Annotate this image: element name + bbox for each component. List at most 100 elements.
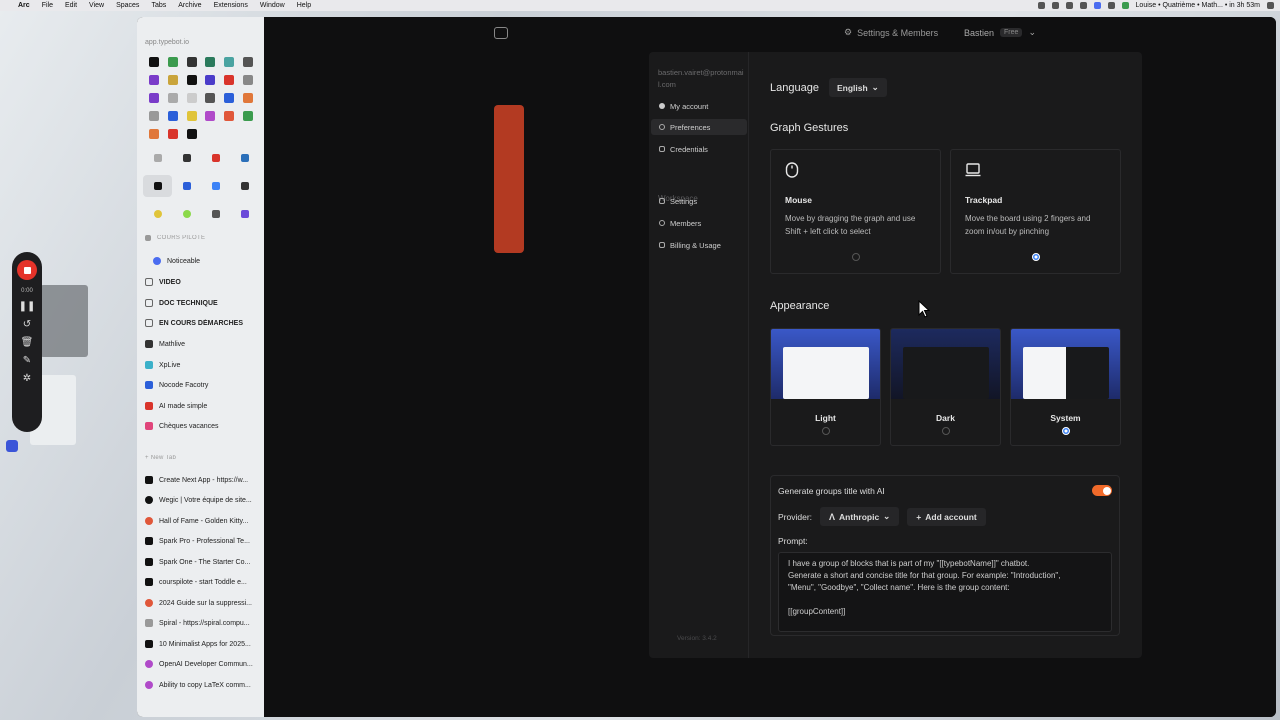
dock-app-icon[interactable] xyxy=(6,440,18,452)
menu-view[interactable]: View xyxy=(89,2,104,9)
tab-item[interactable]: courspilote - start Toddle e... xyxy=(145,578,257,586)
menu-archive[interactable]: Archive xyxy=(178,2,201,9)
favorite-icon[interactable] xyxy=(186,93,197,103)
status-icon[interactable] xyxy=(1065,2,1073,9)
pinned-tab[interactable] xyxy=(172,147,201,169)
pinned-tab[interactable] xyxy=(201,175,230,197)
ai-toggle-switch[interactable] xyxy=(1092,485,1112,496)
favorite-icon[interactable] xyxy=(186,111,197,121)
calendar-icon[interactable] xyxy=(1121,2,1129,9)
tab-item[interactable]: Spiral - https://spiral.compu... xyxy=(145,619,257,627)
typebot-icon[interactable] xyxy=(494,27,508,39)
tab-item[interactable]: Hall of Fame - Golden Kitty... xyxy=(145,517,257,525)
favorite-icon[interactable] xyxy=(167,111,178,121)
menu-help[interactable]: Help xyxy=(297,2,311,9)
status-icon[interactable] xyxy=(1051,2,1059,9)
nav-members[interactable]: Members xyxy=(651,215,747,231)
status-icon[interactable] xyxy=(1079,2,1087,9)
favorite-icon[interactable] xyxy=(149,129,160,139)
pinned-tab[interactable] xyxy=(230,175,259,197)
magic-icon[interactable]: ✲ xyxy=(23,374,31,384)
favorite-icon[interactable] xyxy=(205,111,216,121)
favorite-icon[interactable] xyxy=(223,75,234,85)
screen-record-icon[interactable] xyxy=(1093,2,1101,9)
sidebar-item-noticeable[interactable]: Noticeable xyxy=(153,257,265,265)
control-center-icon[interactable] xyxy=(1267,2,1274,9)
sidebar-item-mathlive[interactable]: Mathlive xyxy=(145,340,257,348)
restart-icon[interactable]: ↺ xyxy=(23,320,31,330)
favorite-icon[interactable] xyxy=(149,57,160,67)
pinned-tab[interactable] xyxy=(201,203,230,225)
favorite-icon[interactable] xyxy=(167,75,178,85)
pinned-tab[interactable] xyxy=(172,203,201,225)
section-cours-pilote[interactable]: COURS PILOTE xyxy=(145,235,257,241)
favorite-icon[interactable] xyxy=(205,93,216,103)
tab-item[interactable]: Spark One - The Starter Co... xyxy=(145,558,257,566)
appearance-option-light[interactable]: Light xyxy=(770,328,881,446)
favorite-icon[interactable] xyxy=(242,75,253,85)
appearance-option-system[interactable]: System xyxy=(1010,328,1121,446)
nav-billing[interactable]: Billing & Usage xyxy=(651,237,747,253)
pinned-tab[interactable] xyxy=(143,175,172,197)
appearance-radio-dark[interactable] xyxy=(941,427,950,435)
calendar-next-event[interactable]: Louise • Quatrième • Math... • in 3h 53m xyxy=(1136,2,1260,9)
favorite-icon[interactable] xyxy=(242,111,253,121)
favorite-icon[interactable] xyxy=(205,75,216,85)
favorite-icon[interactable] xyxy=(242,57,253,67)
favorite-icon[interactable] xyxy=(186,57,197,67)
status-icon[interactable] xyxy=(1037,2,1045,9)
nav-credentials[interactable]: Credentials xyxy=(651,141,747,157)
tab-item[interactable]: Ability to copy LaTeX comm... xyxy=(145,681,257,689)
prompt-textarea[interactable]: I have a group of blocks that is part of… xyxy=(778,552,1112,632)
pinned-tab[interactable] xyxy=(143,203,172,225)
favorite-icon[interactable] xyxy=(149,93,160,103)
menu-window[interactable]: Window xyxy=(260,2,285,9)
favorite-icon[interactable] xyxy=(205,57,216,67)
settings-members-button[interactable]: ⚙ Settings & Members xyxy=(844,27,938,38)
favorite-icon[interactable] xyxy=(223,57,234,67)
menu-extensions[interactable]: Extensions xyxy=(214,2,248,9)
add-account-button[interactable]: + Add account xyxy=(907,507,986,526)
menu-spaces[interactable]: Spaces xyxy=(116,2,139,9)
sidebar-item-xplive[interactable]: XpLive xyxy=(145,361,257,369)
language-dropdown[interactable]: English ⌄ xyxy=(828,78,887,97)
new-tab-button[interactable]: + New Tab xyxy=(145,455,257,461)
sidebar-folder-en-cours[interactable]: EN COURS DÉMARCHES xyxy=(145,319,257,327)
favorite-icon[interactable] xyxy=(186,129,197,139)
pinned-tab[interactable] xyxy=(201,147,230,169)
appearance-radio-system[interactable] xyxy=(1061,427,1070,435)
favorite-icon[interactable] xyxy=(149,111,160,121)
sidebar-item-ai-made-simple[interactable]: AI made simple xyxy=(145,402,257,410)
tab-item[interactable]: Wegic | Votre équipe de site... xyxy=(145,496,257,504)
url-bar[interactable]: app.typebot.io xyxy=(145,39,189,46)
pinned-tab[interactable] xyxy=(230,147,259,169)
workspace-dropdown[interactable]: Bastien Free ⌄ xyxy=(964,27,1036,38)
favorite-icon[interactable] xyxy=(242,93,253,103)
favorite-icon[interactable] xyxy=(149,75,160,85)
favorite-icon[interactable] xyxy=(167,93,178,103)
gesture-option-trackpad[interactable]: Trackpad Move the board using 2 fingers … xyxy=(950,149,1121,274)
pause-icon[interactable]: ❚❚ xyxy=(19,302,36,312)
gesture-radio-trackpad[interactable] xyxy=(1031,253,1040,261)
gesture-radio-mouse[interactable] xyxy=(851,253,860,261)
nav-my-account[interactable]: My account xyxy=(651,98,747,114)
favorite-icon[interactable] xyxy=(223,93,234,103)
pinned-tab[interactable] xyxy=(230,203,259,225)
sidebar-item-nocode-factory[interactable]: Nocode Facotry xyxy=(145,381,257,389)
provider-dropdown[interactable]: Ʌ Anthropic ⌄ xyxy=(820,507,900,526)
record-stop-button[interactable] xyxy=(17,260,37,280)
menu-file[interactable]: File xyxy=(42,2,53,9)
pencil-icon[interactable]: ✎ xyxy=(23,356,31,366)
pinned-tab[interactable] xyxy=(172,175,201,197)
menu-edit[interactable]: Edit xyxy=(65,2,77,9)
favorite-icon[interactable] xyxy=(167,129,178,139)
pinned-tab[interactable] xyxy=(143,147,172,169)
appearance-option-dark[interactable]: Dark xyxy=(890,328,1001,446)
sidebar-folder-doc-technique[interactable]: DOC TECHNIQUE xyxy=(145,299,257,307)
tab-item[interactable]: OpenAI Developer Commun... xyxy=(145,660,257,668)
tab-item[interactable]: Spark Pro - Professional Te... xyxy=(145,537,257,545)
nav-preferences[interactable]: Preferences xyxy=(651,119,747,135)
sidebar-item-cheques-vacances[interactable]: Chèques vacances xyxy=(145,422,257,430)
menu-app-name[interactable]: Arc xyxy=(18,2,30,9)
favorite-icon[interactable] xyxy=(186,75,197,85)
